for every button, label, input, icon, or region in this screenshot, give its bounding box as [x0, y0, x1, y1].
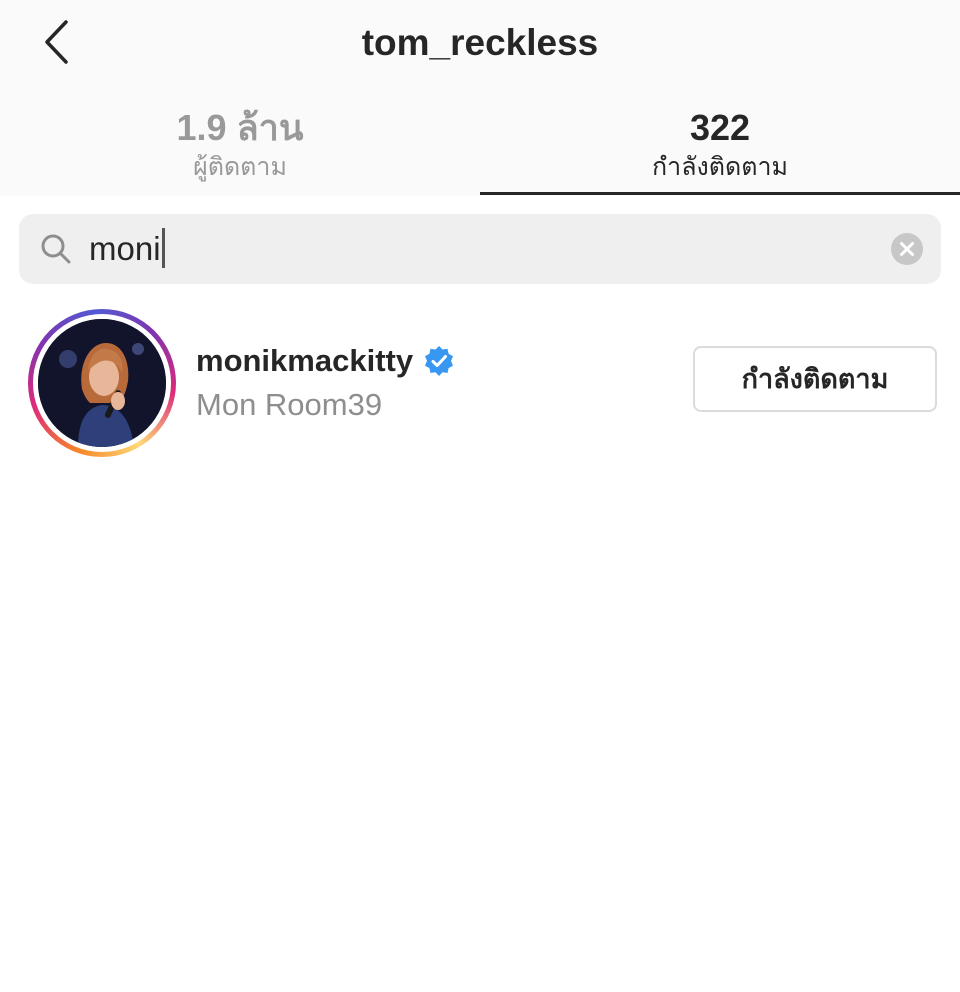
result-username[interactable]: monikmackitty	[196, 340, 455, 382]
story-ring[interactable]	[28, 309, 176, 457]
clear-icon[interactable]	[891, 233, 923, 265]
avatar-photo	[38, 319, 166, 447]
following-button[interactable]: กำลังติดตาม	[693, 346, 937, 412]
search-input-value: moni	[89, 230, 161, 267]
active-tab-indicator	[480, 192, 960, 195]
search-icon	[41, 234, 71, 264]
search-bar[interactable]: moni	[19, 214, 941, 284]
followers-label: ผู้ติดตาม	[193, 153, 287, 181]
header: tom_reckless 1.9 ล้าน ผู้ติดตาม 322 กำลั…	[0, 0, 960, 196]
following-count: 322	[689, 107, 751, 148]
page-title: tom_reckless	[361, 22, 599, 63]
result-full-name: Mon Room39	[196, 387, 383, 422]
tab-followers[interactable]: 1.9 ล้าน ผู้ติดตาม	[0, 104, 480, 196]
search-input[interactable]: moni	[89, 228, 165, 270]
followers-count: 1.9 ล้าน	[176, 107, 304, 148]
following-label: กำลังติดตาม	[652, 153, 788, 181]
tab-following[interactable]: 322 กำลังติดตาม	[480, 104, 960, 196]
text-caret	[161, 228, 165, 268]
verified-badge-icon	[425, 346, 454, 376]
avatar	[38, 319, 166, 447]
list-item[interactable]: monikmackitty Mon Room39 กำลังติดตาม	[0, 300, 960, 470]
